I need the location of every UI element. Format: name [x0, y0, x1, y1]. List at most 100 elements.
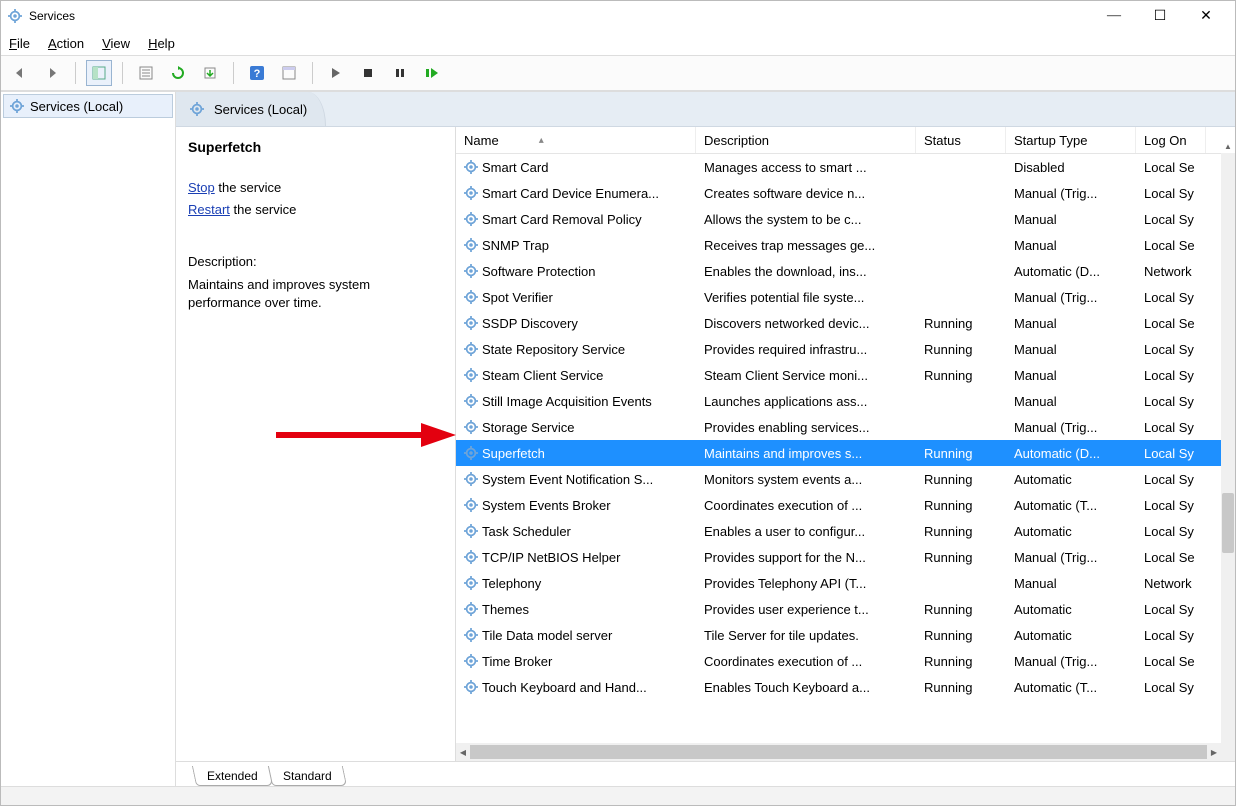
- tab-extended[interactable]: Extended: [192, 766, 273, 786]
- menu-help[interactable]: Help: [148, 36, 175, 51]
- start-service-button[interactable]: [323, 60, 349, 86]
- gear-icon: [464, 238, 478, 252]
- gear-icon: [464, 186, 478, 200]
- menu-file[interactable]: File: [9, 36, 30, 51]
- vertical-scrollbar[interactable]: ▲ ▼: [1221, 153, 1235, 743]
- cell-name: TCP/IP NetBIOS Helper: [456, 544, 696, 570]
- service-row[interactable]: SuperfetchMaintains and improves s...Run…: [456, 440, 1235, 466]
- cell-description: Provides Telephony API (T...: [696, 570, 916, 596]
- cell-description: Provides support for the N...: [696, 544, 916, 570]
- minimize-button[interactable]: —: [1091, 1, 1137, 31]
- service-row[interactable]: System Event Notification S...Monitors s…: [456, 466, 1235, 492]
- stop-service-line: Stop the service: [188, 179, 443, 197]
- service-row[interactable]: Time BrokerCoordinates execution of ...R…: [456, 648, 1235, 674]
- pane-tab-label: Services (Local): [214, 102, 307, 117]
- export-button[interactable]: [197, 60, 223, 86]
- service-row[interactable]: Smart Card Device Enumera...Creates soft…: [456, 180, 1235, 206]
- cell-description: Allows the system to be c...: [696, 206, 916, 232]
- column-status[interactable]: Status: [916, 127, 1006, 153]
- service-row[interactable]: System Events BrokerCoordinates executio…: [456, 492, 1235, 518]
- stop-service-button[interactable]: [355, 60, 381, 86]
- service-list: Name▴ Description Status Startup Type Lo…: [456, 127, 1235, 761]
- cell-status: [916, 284, 1006, 310]
- cell-description: Discovers networked devic...: [696, 310, 916, 336]
- restart-service-link[interactable]: Restart: [188, 202, 230, 217]
- scroll-right-arrow-icon[interactable]: ▶: [1207, 743, 1221, 761]
- service-row[interactable]: Touch Keyboard and Hand...Enables Touch …: [456, 674, 1235, 700]
- cell-description: Receives trap messages ge...: [696, 232, 916, 258]
- cell-startup: Manual: [1006, 570, 1136, 596]
- service-row[interactable]: ThemesProvides user experience t...Runni…: [456, 596, 1235, 622]
- pause-service-button[interactable]: [387, 60, 413, 86]
- cell-description: Coordinates execution of ...: [696, 648, 916, 674]
- selected-service-name: Superfetch: [188, 139, 443, 155]
- gear-icon: [464, 446, 478, 460]
- restart-service-button[interactable]: [419, 60, 445, 86]
- sort-indicator-icon: ▴: [539, 135, 544, 146]
- list-header: Name▴ Description Status Startup Type Lo…: [456, 127, 1235, 154]
- cell-startup: Manual (Trig...: [1006, 180, 1136, 206]
- cell-status: [916, 414, 1006, 440]
- services-window: Services — ☐ ✕ File Action View Help ?: [0, 0, 1236, 806]
- gear-icon: [464, 602, 478, 616]
- horizontal-scrollbar[interactable]: ◀ ▶: [456, 743, 1235, 761]
- service-row[interactable]: Tile Data model serverTile Server for ti…: [456, 622, 1235, 648]
- main-body: Services (Local) Services (Local) Superf…: [1, 91, 1235, 786]
- service-row[interactable]: Task SchedulerEnables a user to configur…: [456, 518, 1235, 544]
- service-row[interactable]: Steam Client ServiceSteam Client Service…: [456, 362, 1235, 388]
- cell-status: Running: [916, 466, 1006, 492]
- hscrollbar-thumb[interactable]: [470, 745, 1207, 759]
- tab-standard[interactable]: Standard: [268, 766, 347, 786]
- cell-logon: Local Se: [1136, 544, 1206, 570]
- menu-view[interactable]: View: [102, 36, 130, 51]
- close-button[interactable]: ✕: [1183, 1, 1229, 31]
- refresh-button[interactable]: [165, 60, 191, 86]
- service-row[interactable]: TCP/IP NetBIOS HelperProvides support fo…: [456, 544, 1235, 570]
- cell-logon: Local Sy: [1136, 674, 1206, 700]
- tree-node-label: Services (Local): [30, 99, 123, 114]
- tree-node-services-local[interactable]: Services (Local): [3, 94, 173, 118]
- service-row[interactable]: TelephonyProvides Telephony API (T...Man…: [456, 570, 1235, 596]
- column-description[interactable]: Description: [696, 127, 916, 153]
- content-pane: Services (Local) Superfetch Stop the ser…: [176, 92, 1235, 786]
- service-row[interactable]: Storage ServiceProvides enabling service…: [456, 414, 1235, 440]
- show-hide-tree-button[interactable]: [86, 60, 112, 86]
- gear-icon: [464, 264, 478, 278]
- cell-name: Smart Card Removal Policy: [456, 206, 696, 232]
- service-row[interactable]: SNMP TrapReceives trap messages ge...Man…: [456, 232, 1235, 258]
- service-row[interactable]: State Repository ServiceProvides require…: [456, 336, 1235, 362]
- service-row[interactable]: Smart CardManages access to smart ...Dis…: [456, 154, 1235, 180]
- description-text: Maintains and improves system performanc…: [188, 276, 443, 312]
- cell-description: Verifies potential file syste...: [696, 284, 916, 310]
- stop-service-link[interactable]: Stop: [188, 180, 215, 195]
- console-button[interactable]: [276, 60, 302, 86]
- cell-name: Smart Card: [456, 154, 696, 180]
- scroll-up-arrow-icon[interactable]: ▲: [1221, 139, 1235, 153]
- status-bar: [1, 786, 1235, 805]
- properties-button[interactable]: [133, 60, 159, 86]
- column-startup-type[interactable]: Startup Type: [1006, 127, 1136, 153]
- cell-name: Still Image Acquisition Events: [456, 388, 696, 414]
- back-button[interactable]: [7, 60, 33, 86]
- column-logon[interactable]: Log On: [1136, 127, 1206, 153]
- column-name[interactable]: Name▴: [456, 127, 696, 153]
- maximize-button[interactable]: ☐: [1137, 1, 1183, 31]
- cell-status: Running: [916, 544, 1006, 570]
- menu-action[interactable]: Action: [48, 36, 84, 51]
- forward-button[interactable]: [39, 60, 65, 86]
- help-button[interactable]: ?: [244, 60, 270, 86]
- service-row[interactable]: Still Image Acquisition EventsLaunches a…: [456, 388, 1235, 414]
- cell-name: Superfetch: [456, 440, 696, 466]
- scroll-left-arrow-icon[interactable]: ◀: [456, 743, 470, 761]
- cell-status: Running: [916, 518, 1006, 544]
- list-body[interactable]: Smart CardManages access to smart ...Dis…: [456, 154, 1235, 743]
- cell-startup: Disabled: [1006, 154, 1136, 180]
- service-row[interactable]: Software ProtectionEnables the download,…: [456, 258, 1235, 284]
- scrollbar-thumb[interactable]: [1222, 493, 1234, 553]
- service-row[interactable]: SSDP DiscoveryDiscovers networked devic.…: [456, 310, 1235, 336]
- service-row[interactable]: Smart Card Removal PolicyAllows the syst…: [456, 206, 1235, 232]
- cell-startup: Manual: [1006, 232, 1136, 258]
- service-row[interactable]: Spot VerifierVerifies potential file sys…: [456, 284, 1235, 310]
- window-title: Services: [29, 9, 75, 23]
- cell-logon: Local Sy: [1136, 362, 1206, 388]
